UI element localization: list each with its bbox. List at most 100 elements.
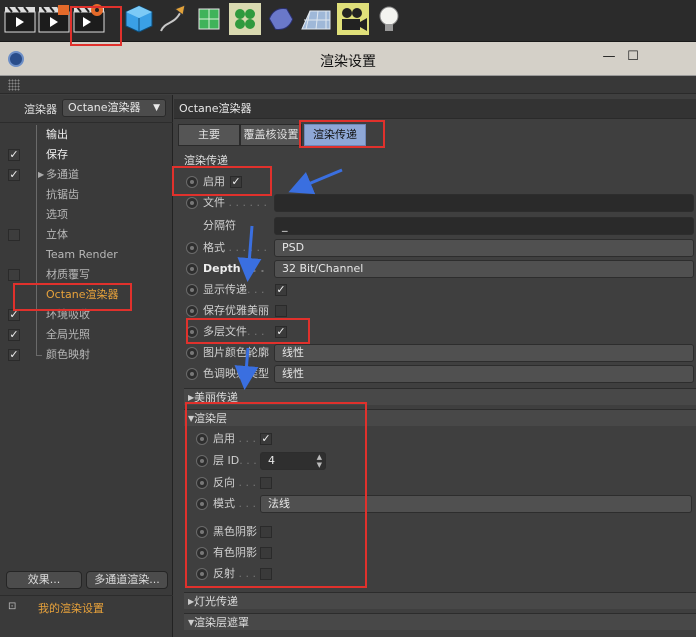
cube-primitive-icon[interactable] (123, 3, 155, 35)
ambient-occlusion-checkbox[interactable]: ✓ (8, 309, 20, 321)
show-passes-checkbox[interactable]: ✓ (275, 284, 287, 296)
pen-spline-icon[interactable] (157, 3, 189, 35)
renderer-dropdown[interactable]: Octane渲染器 ▼ (62, 99, 166, 117)
stereo-checkbox[interactable] (8, 229, 20, 241)
animate-radio[interactable] (196, 547, 208, 559)
grip-icon[interactable] (8, 79, 20, 91)
panel-header: Octane渲染器 (174, 99, 696, 119)
render-layer-mask-group[interactable]: ▼ 渲染层遮罩 (184, 613, 696, 630)
section-title: 渲染传递 (184, 154, 228, 167)
animate-radio[interactable] (196, 526, 208, 538)
light-passes-group[interactable]: ▶ 灯光传递 (184, 592, 696, 609)
tonemap-dropdown[interactable]: 线性 (274, 365, 694, 383)
row-layer-mode: 模式 . . . 法线 (196, 494, 696, 514)
effects-button[interactable]: 效果... (6, 571, 82, 589)
reflection-checkbox[interactable] (260, 568, 272, 580)
camera-icon[interactable] (337, 3, 369, 35)
material-override-checkbox[interactable] (8, 269, 20, 281)
maximize-button[interactable]: ☐ (622, 48, 644, 66)
tree-item-options[interactable]: 选项 (0, 205, 173, 225)
global-illumination-checkbox[interactable]: ✓ (8, 329, 20, 341)
row-multilayer-file: 多层文件. . . ✓ (186, 322, 306, 342)
depth-dropdown[interactable]: 32 Bit/Channel (274, 260, 694, 278)
tree-item-ambient-occlusion[interactable]: ✓ 环境吸收 (0, 305, 173, 325)
black-shadow-checkbox[interactable] (260, 526, 272, 538)
tree-item-global-illumination[interactable]: ✓ 全局光照 (0, 325, 173, 345)
layer-invert-checkbox[interactable] (260, 477, 272, 489)
row-keep-beauty: 保存优雅美丽 (186, 301, 306, 321)
group-label: 美丽传递 (194, 391, 238, 404)
renderer-dropdown-value: Octane渲染器 (68, 101, 141, 114)
row-enable: 启用 ✓ (186, 172, 276, 192)
animate-radio[interactable] (196, 568, 208, 580)
animate-radio[interactable] (186, 176, 198, 188)
save-checkbox[interactable]: ✓ (8, 149, 20, 161)
render-picture-viewer-clapper-icon[interactable] (38, 3, 70, 35)
light-bulb-icon[interactable] (373, 3, 405, 35)
floor-scene-icon[interactable] (300, 3, 332, 35)
enable-checkbox[interactable]: ✓ (230, 176, 242, 188)
tree-item-material-override[interactable]: 材质覆写 (0, 265, 173, 285)
animate-radio[interactable] (196, 455, 208, 467)
layer-mode-dropdown[interactable]: 法线 (260, 495, 692, 513)
animate-radio[interactable] (186, 368, 198, 380)
minimize-button[interactable]: — (598, 48, 620, 66)
tree-item-stereo[interactable]: 立体 (0, 225, 173, 245)
keep-beauty-label: 保存优雅美丽 (203, 304, 269, 317)
animate-radio[interactable] (196, 477, 208, 489)
separator-input[interactable]: _ (274, 217, 694, 235)
tree-item-output[interactable]: 输出 (0, 125, 173, 145)
file-path-input[interactable] (274, 194, 694, 212)
row-color-shadow: 有色阴影 (196, 543, 306, 563)
expand-arrow-icon[interactable]: ▶ (38, 165, 44, 185)
animate-radio[interactable] (186, 284, 198, 296)
format-dropdown[interactable]: PSD (274, 239, 694, 257)
tree-item-multipass[interactable]: ✓ ▶ 多通道 (0, 165, 173, 185)
row-layer-invert: 反向 . . . (196, 473, 306, 493)
panel-grip-strip (0, 76, 696, 94)
color-profile-dropdown[interactable]: 线性 (274, 344, 694, 362)
preset-tree-icon[interactable]: ⊡ (8, 601, 16, 612)
subdivision-surface-icon[interactable] (193, 3, 225, 35)
deformer-icon[interactable] (265, 3, 297, 35)
left-panel: 渲染器 Octane渲染器 ▼ 输出 ✓ 保存 ✓ ▶ 多通道 抗锯齿 选项 立… (0, 95, 173, 637)
animate-radio[interactable] (186, 197, 198, 209)
keep-beauty-checkbox[interactable] (275, 305, 287, 317)
color-mapping-checkbox[interactable]: ✓ (8, 349, 20, 361)
render-view-clapper-icon[interactable] (4, 3, 36, 35)
tree-item-antialiasing[interactable]: 抗锯齿 (0, 185, 173, 205)
tree-item-octane-renderer[interactable]: Octane渲染器 (0, 285, 173, 305)
animate-radio[interactable] (186, 263, 198, 275)
tab-override-kernel[interactable]: 覆盖核设置 (240, 124, 302, 146)
render-settings-clapper-icon[interactable] (73, 3, 105, 35)
preset-row[interactable]: ⊡ 我的渲染设置 (0, 595, 173, 617)
layer-id-spinner[interactable]: 4 ▲ ▼ (260, 452, 326, 470)
animate-radio[interactable] (186, 326, 198, 338)
tree-item-color-mapping[interactable]: ✓ 颜色映射 (0, 345, 173, 365)
color-shadow-checkbox[interactable] (260, 547, 272, 559)
tab-main[interactable]: 主要 (178, 124, 240, 146)
tab-render-passes[interactable]: 渲染传递 (304, 124, 366, 146)
layer-enable-checkbox[interactable]: ✓ (260, 433, 272, 445)
tree-item-label: 多通道 (46, 168, 79, 181)
animate-radio[interactable] (186, 305, 198, 317)
beauty-passes-group[interactable]: ▶ 美丽传递 (184, 388, 696, 405)
multilayer-checkbox[interactable]: ✓ (275, 326, 287, 338)
animate-radio[interactable] (186, 347, 198, 359)
tree-connector (36, 145, 37, 165)
tree-item-label: 颜色映射 (46, 348, 90, 361)
animate-radio[interactable] (196, 433, 208, 445)
row-format: 格式 . . . . . . PSD (186, 238, 696, 258)
render-layer-group[interactable]: ▼ 渲染层 (184, 409, 696, 426)
row-file: 文件 . . . . . . (186, 193, 696, 213)
spinner-arrows-icon[interactable]: ▲ ▼ (317, 453, 322, 469)
multipass-checkbox[interactable]: ✓ (8, 169, 20, 181)
tree-item-team-render[interactable]: Team Render (0, 245, 173, 265)
multipass-render-button[interactable]: 多通道渲染... (86, 571, 168, 589)
animate-radio[interactable] (196, 498, 208, 510)
row-layer-enable: 启用 . . . ✓ (196, 429, 306, 449)
renderer-label: 渲染器 (24, 103, 57, 116)
tree-item-save[interactable]: ✓ 保存 (0, 145, 173, 165)
mograph-cloner-icon[interactable] (229, 3, 261, 35)
animate-radio[interactable] (186, 242, 198, 254)
